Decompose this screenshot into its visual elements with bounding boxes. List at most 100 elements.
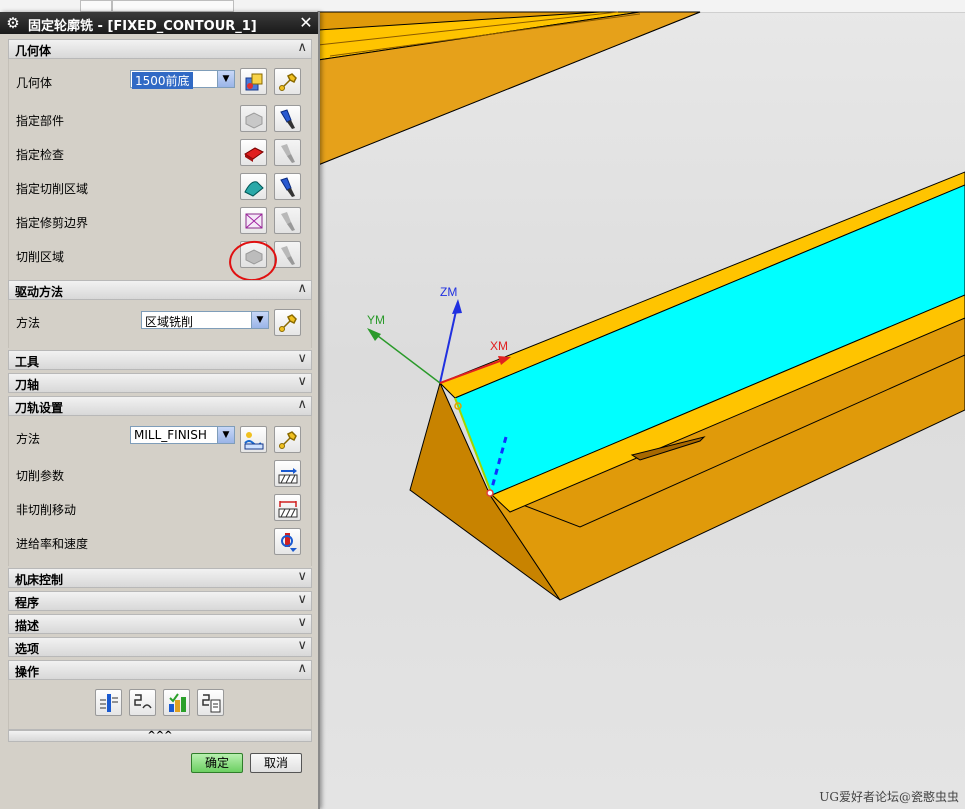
chevron-down-icon[interactable]: ∨ bbox=[297, 592, 307, 607]
axis-label-ym: YM bbox=[367, 313, 385, 327]
flashlight-icon bbox=[281, 212, 295, 231]
chevron-down-icon[interactable]: ∨ bbox=[297, 569, 307, 584]
section-title: 操作 bbox=[15, 665, 40, 679]
expand-glyph: ^^^ bbox=[147, 730, 173, 741]
section-tool-header[interactable]: 工具 ∨ bbox=[8, 350, 312, 370]
chevron-up-icon[interactable]: ∧ bbox=[297, 281, 307, 296]
section-description-header[interactable]: 描述 ∨ bbox=[8, 614, 312, 634]
cut-params-label: 切削参数 bbox=[16, 469, 65, 483]
specify-trim-boundary-label: 指定修剪边界 bbox=[16, 216, 89, 230]
generate-path-button[interactable] bbox=[95, 689, 122, 716]
section-title: 程序 bbox=[15, 596, 40, 610]
chevron-down-icon[interactable]: ▼ bbox=[217, 427, 234, 443]
zm-axis bbox=[439, 301, 459, 384]
specify-part-button[interactable] bbox=[240, 105, 267, 132]
new-geometry-button[interactable] bbox=[240, 68, 267, 95]
dialog-titlebar[interactable]: ⚙ 固定轮廓铣 - [FIXED_CONTOUR_1] ✕ bbox=[0, 12, 318, 34]
cut-area-icon bbox=[244, 181, 264, 197]
section-drive-header[interactable]: 驱动方法 ∧ bbox=[8, 280, 312, 300]
create-geometry-icon bbox=[245, 73, 263, 91]
display-cut-region-button[interactable] bbox=[274, 241, 301, 268]
section-title: 工具 bbox=[15, 355, 40, 369]
drive-method-select[interactable]: 区域铣削 ▼ bbox=[141, 311, 269, 329]
ok-button[interactable]: 确定 bbox=[191, 753, 243, 773]
chevron-down-icon[interactable]: ∨ bbox=[297, 374, 307, 389]
geometry-select[interactable]: 1500前底 ▼ bbox=[130, 70, 235, 89]
section-title: 驱动方法 bbox=[15, 285, 64, 299]
geometry-label: 几何体 bbox=[16, 76, 53, 90]
chevron-up-icon[interactable]: ∧ bbox=[297, 661, 307, 676]
new-method-button[interactable] bbox=[240, 426, 267, 453]
specify-cut-area-button[interactable] bbox=[240, 173, 267, 200]
feeds-speeds-button[interactable] bbox=[274, 528, 301, 555]
gear-icon[interactable]: ⚙ bbox=[4, 14, 22, 32]
trim-boundary-icon bbox=[245, 213, 263, 229]
expand-more-button[interactable]: ^^^ bbox=[8, 730, 312, 742]
display-cut-area-button[interactable] bbox=[274, 173, 301, 200]
chevron-down-icon[interactable]: ▼ bbox=[217, 71, 234, 87]
section-title: 刀轨设置 bbox=[15, 401, 64, 415]
verify-icon bbox=[169, 693, 186, 712]
flashlight-icon bbox=[281, 246, 295, 265]
list-icon bbox=[202, 694, 221, 713]
display-part-button[interactable] bbox=[274, 105, 301, 132]
non-cutting-moves-button[interactable] bbox=[274, 494, 301, 521]
ym-axis bbox=[369, 329, 441, 384]
cancel-button[interactable]: 取消 bbox=[250, 753, 302, 773]
cut-params-button[interactable] bbox=[274, 460, 301, 487]
specify-trim-boundary-button[interactable] bbox=[240, 207, 267, 234]
chevron-down-icon[interactable]: ∨ bbox=[297, 351, 307, 366]
non-cutting-moves-icon bbox=[278, 501, 298, 518]
flashlight-icon bbox=[281, 144, 295, 163]
replay-path-button[interactable] bbox=[129, 689, 156, 716]
flashlight-icon bbox=[280, 177, 295, 197]
section-path-settings-header[interactable]: 刀轨设置 ∧ bbox=[8, 396, 312, 416]
section-options-header[interactable]: 选项 ∨ bbox=[8, 637, 312, 657]
axis-label-zm: ZM bbox=[440, 285, 458, 299]
chevron-down-icon[interactable]: ∨ bbox=[297, 638, 307, 653]
drive-method-value: 区域铣削 bbox=[145, 315, 194, 329]
edit-geometry-button[interactable] bbox=[274, 68, 301, 95]
generate-icon bbox=[100, 694, 118, 712]
list-path-button[interactable] bbox=[197, 689, 224, 716]
feeds-speeds-label: 进给率和速度 bbox=[16, 537, 89, 551]
display-trim-boundary-button[interactable] bbox=[274, 207, 301, 234]
fixed-contour-dialog: ⚙ 固定轮廓铣 - [FIXED_CONTOUR_1] ✕ 几何体 ∧ 几何体 … bbox=[0, 12, 320, 809]
wrench-icon bbox=[279, 431, 297, 449]
feeds-speeds-icon bbox=[281, 533, 297, 552]
section-title: 几何体 bbox=[15, 44, 52, 58]
specify-part-label: 指定部件 bbox=[16, 114, 65, 128]
section-program-header[interactable]: 程序 ∨ bbox=[8, 591, 312, 611]
check-geometry-icon bbox=[244, 147, 264, 162]
dialog-title: 固定轮廓铣 - [FIXED_CONTOUR_1] bbox=[28, 19, 257, 34]
section-title: 机床控制 bbox=[15, 573, 64, 587]
non-cutting-moves-label: 非切削移动 bbox=[16, 503, 77, 517]
section-geometry-header[interactable]: 几何体 ∧ bbox=[8, 39, 312, 59]
edit-drive-method-button[interactable] bbox=[274, 309, 301, 336]
specify-check-label: 指定检查 bbox=[16, 148, 65, 162]
verify-path-button[interactable] bbox=[163, 689, 190, 716]
replay-icon bbox=[134, 694, 152, 709]
geometry-select-value: 1500前底 bbox=[132, 72, 193, 89]
close-icon[interactable]: ✕ bbox=[297, 14, 315, 32]
chevron-down-icon[interactable]: ▼ bbox=[251, 312, 268, 328]
edit-method-button[interactable] bbox=[274, 426, 301, 453]
section-title: 选项 bbox=[15, 642, 40, 656]
section-actions-header[interactable]: 操作 ∧ bbox=[8, 660, 312, 680]
display-check-button[interactable] bbox=[274, 139, 301, 166]
section-tool-axis-header[interactable]: 刀轴 ∨ bbox=[8, 373, 312, 393]
drive-method-label: 方法 bbox=[16, 316, 41, 330]
chevron-up-icon[interactable]: ∧ bbox=[297, 397, 307, 412]
flashlight-icon bbox=[280, 109, 295, 129]
watermark: UG爱好者论坛@瓷憨虫虫 bbox=[819, 790, 959, 804]
section-actions-body bbox=[8, 680, 312, 730]
create-method-icon bbox=[244, 432, 264, 450]
section-machine-control-header[interactable]: 机床控制 ∨ bbox=[8, 568, 312, 588]
path-method-select[interactable]: MILL_FINISH ▼ bbox=[130, 426, 235, 444]
cut-region-label: 切削区域 bbox=[16, 250, 65, 264]
axis-label-xm: XM bbox=[490, 339, 508, 353]
specify-check-button[interactable] bbox=[240, 139, 267, 166]
chevron-down-icon[interactable]: ∨ bbox=[297, 615, 307, 630]
chevron-up-icon[interactable]: ∧ bbox=[297, 40, 307, 55]
cutting-parameters-icon bbox=[278, 468, 298, 484]
